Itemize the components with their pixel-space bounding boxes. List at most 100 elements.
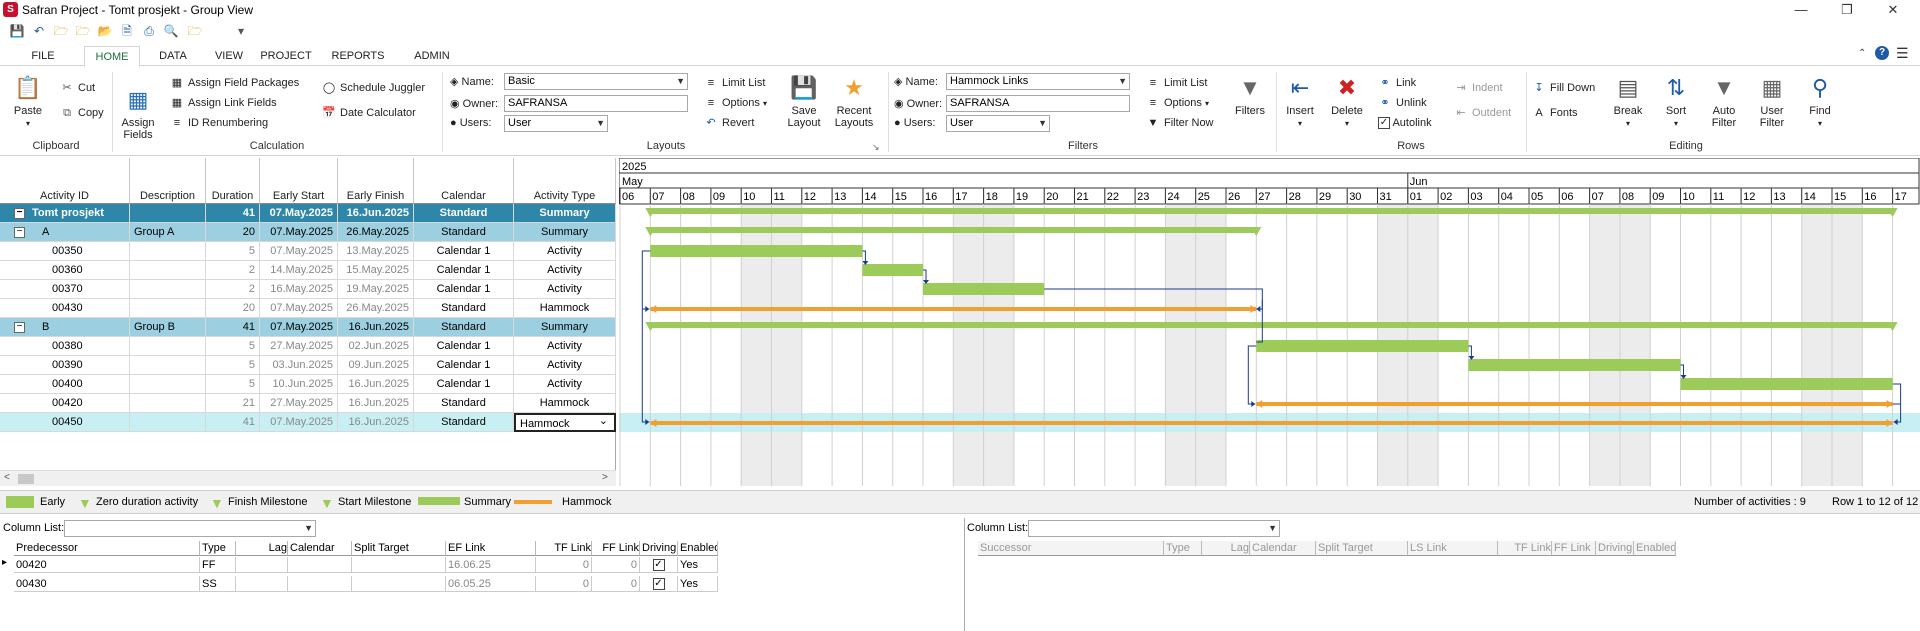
column-header-duration[interactable]: Duration xyxy=(206,158,260,204)
assign-fields-button[interactable]: ▦ Assign Fields xyxy=(116,74,160,141)
succ-header-successor[interactable]: Successor xyxy=(978,541,1164,556)
delete-button[interactable]: ✖ Delete ▾ xyxy=(1326,74,1368,130)
cell-calendar[interactable]: Standard xyxy=(414,299,514,318)
save-layout-button[interactable]: 💾 Save Layout xyxy=(780,74,828,129)
column-header-activity-type[interactable]: Activity Type xyxy=(514,158,616,204)
assign-field-packages-button[interactable]: ▦ Assign Field Packages xyxy=(170,74,299,92)
cell-early-start[interactable]: 16.May.2025 xyxy=(260,280,338,299)
scroll-left-icon[interactable]: < xyxy=(4,472,10,483)
pred-cell-enabled[interactable]: Yes xyxy=(678,576,718,592)
cell-description[interactable] xyxy=(130,356,206,375)
cell-activity-id[interactable]: 00350 xyxy=(0,242,130,261)
gantt-chart[interactable]: 2025 May Jun 06 07 08 09 10 11 12 13 14 15 16 17 18 19 20… xyxy=(619,158,1920,486)
cell-activity-id[interactable]: 00430 xyxy=(0,299,130,318)
pred-cell-ff-link[interactable]: 0 xyxy=(592,576,640,592)
layout-limit-list-button[interactable]: ≡ Limit List xyxy=(704,74,766,92)
cell-duration[interactable]: 5 xyxy=(206,375,260,394)
succ-header-driving[interactable]: Driving xyxy=(1596,541,1634,556)
table-row[interactable]: 00370 2 16.May.2025 19.May.2025 Calendar 1 Ac… xyxy=(0,280,616,299)
cell-activity-type[interactable]: Hammock xyxy=(514,394,616,413)
pred-header-ff-link[interactable]: FF Link xyxy=(592,541,640,556)
cell-calendar[interactable]: Standard xyxy=(414,394,514,413)
copy-button[interactable]: ⧉ Copy xyxy=(60,104,104,122)
pred-cell-lag[interactable] xyxy=(236,557,288,573)
fonts-button[interactable]: A Fonts xyxy=(1532,104,1577,122)
cell-activity-id[interactable]: 00400 xyxy=(0,375,130,394)
break-button[interactable]: ▤ Break ▾ xyxy=(1608,74,1648,130)
pred-cell-ef-link[interactable]: 16.06.25 xyxy=(446,557,536,573)
cell-early-finish[interactable]: 26.May.2025 xyxy=(338,299,414,318)
pred-cell-split-target[interactable] xyxy=(352,576,446,592)
tab-view[interactable]: VIEW xyxy=(206,46,252,67)
cell-activity-id[interactable]: 00450 xyxy=(0,413,130,432)
tab-reports[interactable]: REPORTS xyxy=(326,46,390,67)
cell-description[interactable] xyxy=(130,413,206,432)
cell-calendar[interactable]: Calendar 1 xyxy=(414,337,514,356)
document-icon[interactable]: 🗎 xyxy=(118,22,136,40)
cell-early-finish[interactable]: 15.May.2025 xyxy=(338,261,414,280)
cell-activity-type[interactable]: Activity xyxy=(514,280,616,299)
open-folder-icon[interactable]: 🗁 xyxy=(52,22,70,40)
pred-cell-driving[interactable]: ✓ xyxy=(640,576,678,592)
cell-early-start[interactable]: 07.May.2025 xyxy=(260,242,338,261)
folder-dropdown-icon[interactable]: 🗁 xyxy=(186,22,204,40)
cell-description[interactable] xyxy=(130,375,206,394)
cell-calendar[interactable]: Standard xyxy=(414,223,514,242)
succ-header-split-target[interactable]: Split Target xyxy=(1316,541,1408,556)
cell-activity-id[interactable]: 00420 xyxy=(0,394,130,413)
pred-cell-predecessor[interactable]: 00420 xyxy=(14,557,200,573)
cell-duration[interactable]: 41 xyxy=(206,318,260,337)
cell-duration[interactable]: 2 xyxy=(206,280,260,299)
cell-duration[interactable]: 5 xyxy=(206,337,260,356)
cell-early-finish[interactable]: 26.May.2025 xyxy=(338,223,414,242)
table-row[interactable]: 00390 5 03.Jun.2025 09.Jun.2025 Calendar 1 Ac… xyxy=(0,356,616,375)
filters-button[interactable]: ▼ Filters xyxy=(1230,74,1270,117)
pred-cell-calendar[interactable] xyxy=(288,557,352,573)
cell-calendar[interactable]: Calendar 1 xyxy=(414,280,514,299)
cell-early-finish[interactable]: 16.Jun.2025 xyxy=(338,204,414,223)
cell-early-finish[interactable]: 09.Jun.2025 xyxy=(338,356,414,375)
paste-button[interactable]: 📋 Paste ▾ xyxy=(8,74,48,130)
filter-name-select[interactable]: Hammock Links ▼ xyxy=(946,73,1130,90)
cell-description[interactable] xyxy=(130,261,206,280)
scroll-thumb[interactable] xyxy=(18,474,34,484)
minimize-icon[interactable]: — xyxy=(1778,0,1824,20)
cell-description[interactable] xyxy=(130,242,206,261)
close-icon[interactable]: ✕ xyxy=(1870,0,1916,20)
pred-header-driving[interactable]: Driving xyxy=(640,541,678,556)
cell-early-start[interactable]: 07.May.2025 xyxy=(260,299,338,318)
collapse-ribbon-icon[interactable]: ⌃ xyxy=(1858,48,1866,59)
find-button[interactable]: ⚲ Find ▾ xyxy=(1800,74,1840,130)
column-header-early-start[interactable]: Early Start xyxy=(260,158,338,204)
pred-cell-calendar[interactable] xyxy=(288,576,352,592)
collapse-icon[interactable]: − xyxy=(14,208,25,219)
tab-data[interactable]: DATA xyxy=(150,46,196,67)
chevron-down-icon[interactable]: ⌄ xyxy=(599,415,608,430)
pred-cell-type[interactable]: SS xyxy=(200,576,236,592)
pred-header-enabled[interactable]: Enabled xyxy=(678,541,718,556)
tab-home[interactable]: HOME xyxy=(84,46,140,68)
auto-filter-button[interactable]: ▼ Auto Filter xyxy=(1702,74,1746,129)
succ-header-ff-link[interactable]: FF Link xyxy=(1552,541,1596,556)
table-row[interactable]: 00420 21 27.May.2025 16.Jun.2025 Standard Ham… xyxy=(0,394,616,413)
restore-icon[interactable]: ❐ xyxy=(1824,0,1870,20)
cell-early-finish[interactable]: 16.Jun.2025 xyxy=(338,394,414,413)
cell-early-start[interactable]: 27.May.2025 xyxy=(260,394,338,413)
cell-description[interactable] xyxy=(130,204,206,223)
cell-calendar[interactable]: Standard xyxy=(414,318,514,337)
pred-cell-lag[interactable] xyxy=(236,576,288,592)
table-row[interactable]: 00450 41 07.May.2025 16.Jun.2025 Standard Ham… xyxy=(0,413,616,432)
tab-file[interactable]: FILE xyxy=(20,46,66,67)
tab-project[interactable]: PROJECT xyxy=(256,46,316,67)
cell-early-finish[interactable]: 16.Jun.2025 xyxy=(338,318,414,337)
column-header-activity-id[interactable]: Activity ID xyxy=(0,158,130,204)
cell-activity-type[interactable]: Activity xyxy=(514,337,616,356)
cell-duration[interactable]: 41 xyxy=(206,413,260,432)
cell-duration[interactable]: 41 xyxy=(206,204,260,223)
cut-button[interactable]: ✂ Cut xyxy=(60,79,95,97)
column-header-description[interactable]: Description xyxy=(130,158,206,204)
pred-header-predecessor[interactable]: Predecessor xyxy=(14,541,200,556)
scroll-right-icon[interactable]: > xyxy=(602,472,608,483)
fill-down-button[interactable]: ↧ Fill Down xyxy=(1532,79,1595,97)
undo-icon[interactable]: ↶ xyxy=(30,22,48,40)
